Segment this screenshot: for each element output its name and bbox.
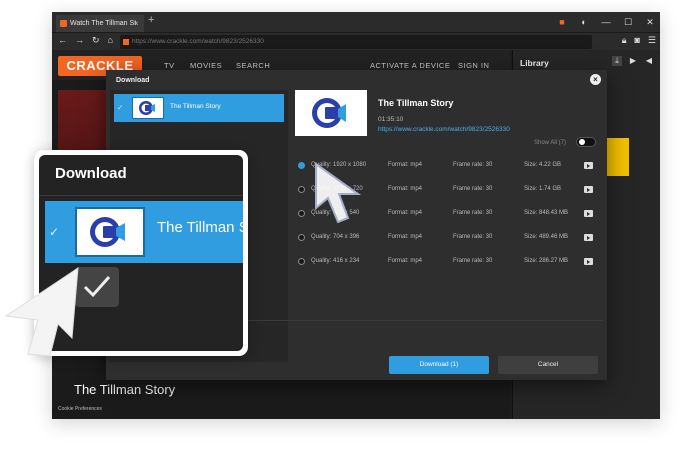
quality-radio[interactable]	[298, 234, 305, 241]
zoom-video-title: The Tillman St	[157, 219, 243, 236]
framerate-cell: Frame rate: 30	[453, 258, 493, 264]
audio-icon[interactable]: ◀	[644, 56, 654, 66]
checkbox[interactable]	[75, 267, 119, 307]
quality-radio[interactable]	[298, 162, 305, 169]
zoom-divider	[39, 195, 243, 196]
quality-row[interactable]: Quality: 704 x 396 Format: mp4 Frame rate:…	[294, 226, 598, 250]
preview-play-icon[interactable]	[584, 234, 593, 241]
size-cell: Size: 848.43 MB	[524, 210, 569, 216]
camera-logo-icon	[312, 98, 346, 128]
check-icon[interactable]: ✓	[49, 225, 59, 239]
format-cell: Format: mp4	[388, 210, 423, 216]
quality-radio[interactable]	[298, 258, 305, 265]
theme-toggle-icon[interactable]: ◐	[578, 15, 590, 29]
back-icon[interactable]: ←	[58, 35, 67, 46]
url-text: https://www.crackle.com/watch/9823/25263…	[132, 38, 264, 45]
framerate-cell: Frame rate: 30	[453, 162, 493, 168]
nav-buttons: ← → ↻ ⌂	[58, 35, 113, 46]
tab-bar: Watch The Tillman St × + ■ ◐ — ☐ ✕	[52, 12, 660, 32]
library-title: Library	[520, 58, 549, 68]
dialog-title: Download	[116, 77, 150, 84]
pointer-cursor-icon	[315, 162, 362, 224]
framerate-cell: Frame rate: 30	[453, 210, 493, 216]
quality-row[interactable]: Quality: 416 x 234 Format: mp4 Frame rate:…	[294, 250, 598, 274]
preview-play-icon[interactable]	[584, 258, 593, 265]
menu-icon[interactable]: ☰	[648, 35, 656, 46]
toolbar-right: 🔒︎ ◙ ☰	[622, 35, 656, 46]
quality-cell: Quality: 704 x 396	[311, 234, 360, 240]
crackle-favicon-icon	[60, 20, 67, 27]
size-cell: Size: 1.74 GB	[524, 186, 562, 192]
window-controls: ■ ◐ — ☐ ✕	[556, 15, 656, 29]
video-title: The Tillman Story	[378, 98, 454, 108]
quality-radio[interactable]	[298, 210, 305, 217]
video-list-title: The Tillman Story	[170, 103, 221, 110]
lock-icon[interactable]: 🔒︎	[622, 35, 627, 46]
home-icon[interactable]: ⌂	[108, 35, 113, 46]
video-url-link[interactable]: https://www.crackle.com/watch/9823/25263…	[378, 126, 510, 133]
cookie-preferences-link[interactable]: Cookie Preferences	[58, 406, 102, 412]
format-cell: Format: mp4	[388, 258, 423, 264]
page-title: The Tillman Story	[74, 382, 176, 397]
pointer-cursor-icon	[4, 267, 79, 357]
quality-cell: Quality: 416 x 234	[311, 258, 360, 264]
close-window-icon[interactable]: ✕	[644, 15, 656, 29]
check-icon[interactable]: ✓	[117, 103, 124, 112]
video-duration: 01:35:10	[378, 116, 404, 123]
maximize-icon[interactable]: ☐	[622, 15, 634, 29]
library-icons: ⤓ ▶ ◀	[612, 56, 654, 66]
preview-play-icon[interactable]	[584, 162, 593, 169]
camera-logo-icon	[90, 217, 125, 247]
video-thumbnail	[132, 97, 164, 119]
zoom-video-thumbnail	[75, 207, 145, 257]
nav-activate[interactable]: ACTIVATE A DEVICE	[370, 61, 450, 70]
browser-toolbar: ← → ↻ ⌂ https://www.crackle.com/watch/98…	[52, 32, 660, 50]
camera-icon[interactable]: ◙	[634, 35, 639, 46]
download-button[interactable]: Download (1)	[389, 356, 489, 374]
nav-tv[interactable]: TV	[164, 61, 175, 70]
dialog-close-icon[interactable]: ×	[590, 74, 601, 85]
gift-icon[interactable]: ■	[556, 15, 568, 29]
browser-tab[interactable]: Watch The Tillman St ×	[56, 15, 144, 32]
site-icon	[123, 39, 129, 45]
checkmark-icon	[83, 276, 111, 298]
tab-close-icon[interactable]: ×	[134, 15, 139, 32]
video-icon[interactable]: ▶	[628, 56, 638, 66]
quality-radio[interactable]	[298, 186, 305, 193]
forward-icon[interactable]: →	[75, 35, 84, 46]
nav-search[interactable]: SEARCH	[236, 61, 270, 70]
preview-play-icon[interactable]	[584, 210, 593, 217]
zoom-title: Download	[55, 165, 127, 182]
nav-movies[interactable]: MOVIES	[190, 61, 222, 70]
new-tab-button[interactable]: +	[148, 14, 154, 26]
library-thumbnail	[605, 138, 629, 176]
show-all-toggle[interactable]	[576, 137, 596, 147]
camera-logo-icon	[139, 101, 155, 115]
address-bar[interactable]: https://www.crackle.com/watch/9823/25263…	[120, 35, 592, 49]
zoom-video-item[interactable]: ✓ The Tillman St	[45, 201, 243, 263]
reload-icon[interactable]: ↻	[92, 35, 100, 46]
framerate-cell: Frame rate: 30	[453, 234, 493, 240]
framerate-cell: Frame rate: 30	[453, 186, 493, 192]
size-cell: Size: 286.27 MB	[524, 258, 569, 264]
preview-play-icon[interactable]	[584, 186, 593, 193]
video-preview	[295, 90, 367, 136]
download-icon[interactable]: ⤓	[612, 56, 622, 66]
size-cell: Size: 4.22 GB	[524, 162, 562, 168]
format-cell: Format: mp4	[388, 162, 423, 168]
format-cell: Format: mp4	[388, 186, 423, 192]
tab-title: Watch The Tillman St	[70, 20, 137, 27]
size-cell: Size: 489.46 MB	[524, 234, 569, 240]
minimize-icon[interactable]: —	[600, 15, 612, 29]
format-cell: Format: mp4	[388, 234, 423, 240]
nav-sign-in[interactable]: SIGN IN	[458, 61, 489, 70]
cancel-button[interactable]: Cancel	[498, 356, 598, 374]
show-all-label: Show All (7)	[534, 140, 567, 146]
video-list-item[interactable]: ✓ The Tillman Story	[114, 94, 284, 122]
